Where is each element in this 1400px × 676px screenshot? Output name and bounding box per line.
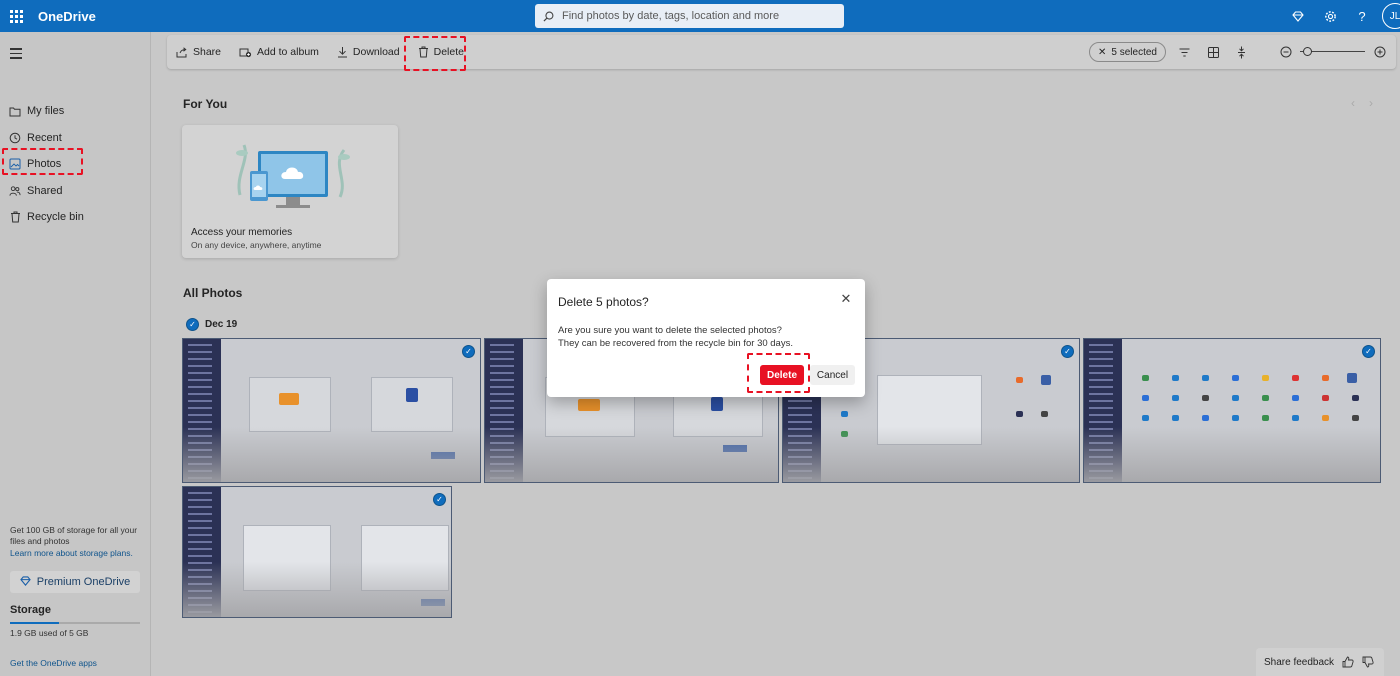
all-photos-title: All Photos [183,286,243,300]
delete-confirm-dialog: Delete 5 photos? ✕ Are you sure you want… [547,279,865,397]
avatar[interactable]: JL [1382,3,1400,29]
density-button[interactable] [1233,44,1249,60]
density-icon [1237,46,1245,58]
layout-button[interactable] [1205,44,1221,60]
photo-thumbnail[interactable]: ✓ [182,338,481,483]
selection-count-pill[interactable]: ✕ 5 selected [1089,42,1166,62]
people-icon [9,185,21,197]
date-group-header[interactable]: ✓ Dec 19 [186,318,237,331]
dialog-title: Delete 5 photos? [558,295,649,309]
checkmark-icon[interactable]: ✓ [462,345,475,358]
confirm-delete-highlight-box [747,353,810,393]
diamond-icon [1292,10,1304,22]
storage-progress-bar [10,622,140,624]
album-add-icon [239,47,252,58]
zoom-slider-thumb[interactable] [1303,47,1312,56]
download-button[interactable]: Download [328,35,409,69]
help-button[interactable]: ? [1346,0,1378,32]
dialog-body-line: They can be recovered from the recycle b… [558,338,793,349]
photo-thumbnail[interactable]: ✓ [1083,338,1381,483]
layout-grid-icon [1207,46,1219,58]
folder-icon [9,105,21,117]
sidebar-item-label: Shared [27,184,63,197]
share-label: Share [193,46,222,58]
download-icon [337,46,348,58]
dialog-body: Are you sure you want to delete the sele… [558,324,848,350]
storage-promo-text: Get 100 GB of storage for all your files… [10,525,138,546]
premium-diamond-button[interactable] [1282,0,1314,32]
delete-highlight-box [404,36,466,71]
storage-label: Storage [10,604,51,616]
memories-card-subtitle: On any device, anywhere, anytime [191,240,322,250]
settings-button[interactable] [1314,0,1346,32]
get-apps-link[interactable]: Get the OneDrive apps [10,658,97,668]
share-feedback-panel[interactable]: Share feedback [1256,648,1384,676]
clear-selection-icon: ✕ [1098,46,1107,58]
photo-thumbnail[interactable]: ✓ [182,486,452,618]
sidebar-item-my-files[interactable]: My files [0,98,151,125]
share-feedback-label: Share feedback [1264,656,1335,668]
storage-used-text[interactable]: 1.9 GB used of 5 GB [10,628,88,638]
sidebar-item-shared[interactable]: Shared [0,178,151,205]
memories-illustration [236,144,350,208]
thumbs-down-icon[interactable] [1362,656,1374,668]
sidebar-item-label: My files [27,105,65,118]
diamond-icon [19,575,31,589]
dialog-body-line: Are you sure you want to delete the sele… [558,325,782,336]
sidebar-item-recycle-bin[interactable]: Recycle bin [0,204,151,231]
share-button[interactable]: Share [167,35,230,69]
clock-icon [9,132,21,144]
memories-card[interactable]: Access your memories On any device, anyw… [182,125,398,258]
top-bar: OneDrive Find photos by date, tags, loca… [0,0,1400,32]
carousel-next-button[interactable]: › [1369,96,1373,110]
add-to-album-label: Add to album [257,46,319,58]
storage-progress-fill [10,622,60,624]
zoom-in-button[interactable] [1372,44,1388,60]
search-box[interactable]: Find photos by date, tags, location and … [535,4,844,28]
help-icon: ? [1358,8,1366,24]
zoom-out-button[interactable] [1278,44,1294,60]
add-to-album-button[interactable]: Add to album [230,35,328,69]
zoom-out-icon [1280,46,1292,58]
trash-icon [9,211,21,223]
checkmark-icon[interactable]: ✓ [1061,345,1074,358]
filter-button[interactable] [1176,44,1192,60]
cancel-button[interactable]: Cancel [810,365,855,385]
filter-icon [1179,48,1189,56]
photos-highlight-box [2,148,83,175]
premium-onedrive-button[interactable]: Premium OneDrive [10,571,140,593]
sidebar-item-label: Recycle bin [27,211,84,224]
waffle-icon [9,9,23,23]
app-launcher-button[interactable] [0,0,32,32]
command-bar: Share Add to album Download Delete ✕ 5 s… [167,35,1396,69]
thumbs-up-icon[interactable] [1342,656,1354,668]
search-placeholder: Find photos by date, tags, location and … [562,10,780,22]
premium-button-label: Premium OneDrive [36,576,131,588]
gear-icon [1324,10,1336,22]
storage-plans-link[interactable]: Learn more about storage plans. [10,548,133,558]
sidebar-item-label: Recent [27,131,62,144]
date-group-label: Dec 19 [205,319,238,330]
checkmark-icon[interactable]: ✓ [433,493,446,506]
checkmark-icon[interactable]: ✓ [1362,345,1375,358]
app-title[interactable]: OneDrive [38,9,96,24]
left-sidebar: My files Recent Photos Shared Recycle bi… [0,32,151,676]
close-icon: ✕ [840,291,852,306]
zoom-in-icon [1374,46,1386,58]
download-label: Download [352,46,400,58]
dialog-close-button[interactable]: ✕ [839,291,853,306]
hamburger-menu-button[interactable] [10,48,22,62]
carousel-prev-button[interactable]: ‹ [1351,96,1355,110]
share-icon [176,46,188,58]
memories-card-title: Access your memories [191,227,293,238]
for-you-title: For You [183,97,228,111]
selection-count-label: 5 selected [1111,46,1157,58]
checkmark-icon[interactable]: ✓ [186,318,199,331]
search-icon [543,11,554,22]
